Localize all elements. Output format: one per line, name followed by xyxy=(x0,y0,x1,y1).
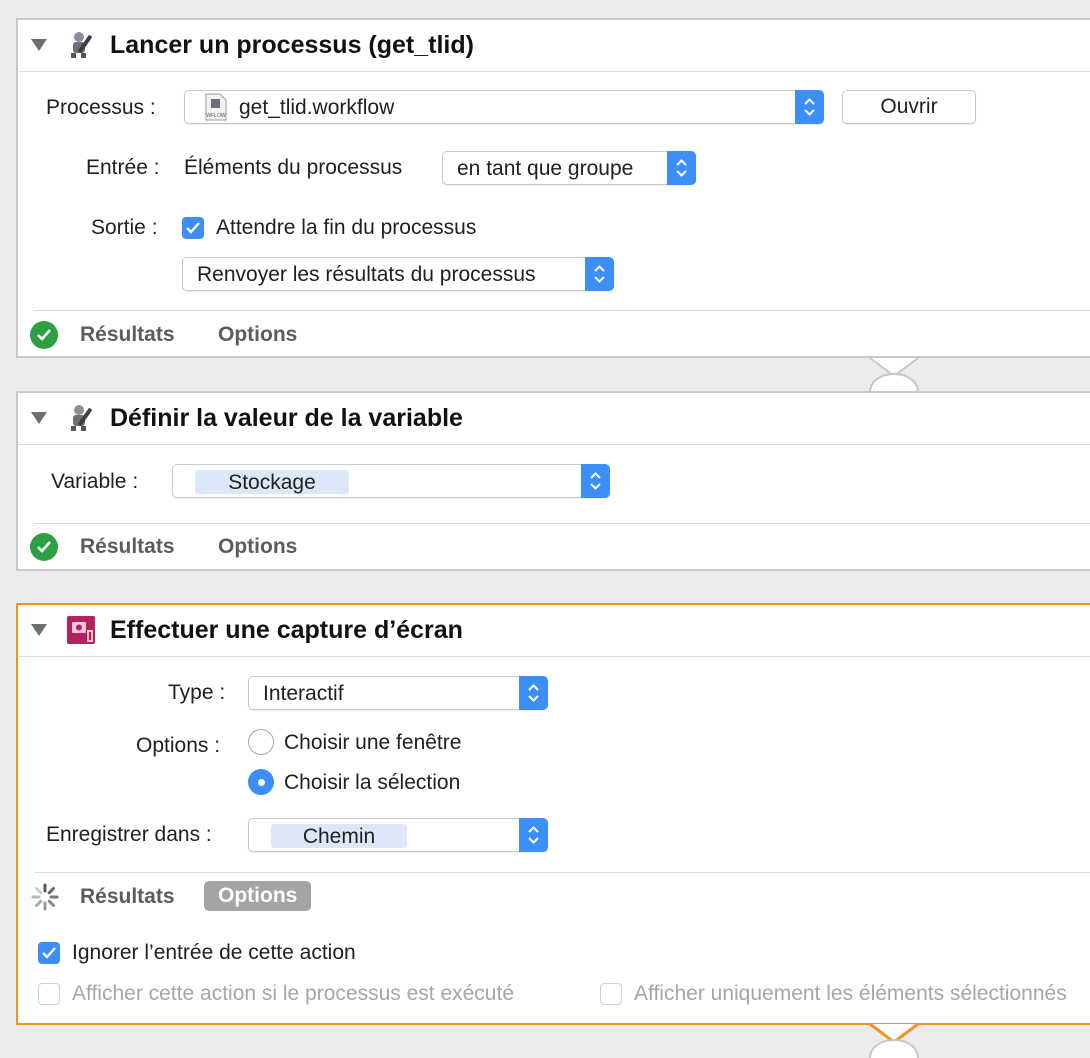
ignore-input-label: Ignorer l’entrée de cette action xyxy=(72,941,356,964)
progress-spinner-icon xyxy=(31,883,59,911)
type-label: Type : xyxy=(168,681,226,704)
footer-divider xyxy=(34,310,1090,311)
action-title: Effectuer une capture d’écran xyxy=(110,616,463,644)
popup-stepper-icon xyxy=(795,90,824,124)
popup-stepper-icon xyxy=(585,257,614,291)
save-in-label: Enregistrer dans : xyxy=(46,823,212,846)
tab-results[interactable]: Résultats xyxy=(80,535,175,559)
popup-stepper-icon xyxy=(667,151,696,185)
show-selected-only-checkbox[interactable] xyxy=(600,983,622,1005)
success-check-icon xyxy=(30,321,58,349)
action-title: Définir la valeur de la variable xyxy=(110,404,463,432)
type-value: Interactif xyxy=(263,682,344,705)
action-connector-icon xyxy=(869,1022,919,1058)
automator-robot-icon xyxy=(71,405,92,431)
tab-results[interactable]: Résultats xyxy=(80,323,175,347)
path-token: Chemin xyxy=(271,824,407,848)
action-header: Effectuer une capture d’écran xyxy=(18,605,1090,657)
variable-popup[interactable]: Stockage xyxy=(172,464,610,498)
radio-choose-window-label: Choisir une fenêtre xyxy=(284,731,462,754)
return-results-value: Renvoyer les résultats du processus xyxy=(197,263,536,286)
checkmark-icon xyxy=(42,947,56,959)
open-button[interactable]: Ouvrir xyxy=(842,90,976,124)
ignore-input-checkbox[interactable] xyxy=(38,942,60,964)
disclosure-triangle-icon[interactable] xyxy=(31,412,47,424)
checkmark-icon xyxy=(186,222,200,234)
save-in-popup[interactable]: Chemin xyxy=(248,818,548,852)
tab-results[interactable]: Résultats xyxy=(80,885,175,909)
popup-stepper-icon xyxy=(581,464,610,498)
process-popup[interactable]: WFLOW get_tlid.workflow xyxy=(184,90,824,124)
action-connector-icon xyxy=(868,357,920,393)
footer-divider xyxy=(34,523,1090,524)
type-popup[interactable]: Interactif xyxy=(248,676,548,710)
disclosure-triangle-icon[interactable] xyxy=(31,39,47,51)
action-card-take-screenshot[interactable]: Effectuer une capture d’écran Type : Int… xyxy=(16,603,1090,1025)
popup-stepper-icon xyxy=(519,676,548,710)
wait-checkbox-label: Attendre la fin du processus xyxy=(216,216,477,239)
svg-text:WFLOW: WFLOW xyxy=(206,113,225,119)
tab-options[interactable]: Options xyxy=(218,535,297,559)
action-header: Définir la valeur de la variable xyxy=(18,393,1090,445)
action-card-set-variable[interactable]: Définir la valeur de la variable Variabl… xyxy=(16,391,1090,571)
input-label: Entrée : xyxy=(86,156,160,179)
action-card-run-workflow[interactable]: Lancer un processus (get_tlid) Processus… xyxy=(16,18,1090,358)
variable-token: Stockage xyxy=(195,470,349,494)
options-label: Options : xyxy=(136,734,221,757)
popup-stepper-icon xyxy=(519,818,548,852)
variable-label: Variable : xyxy=(51,470,139,493)
tab-options[interactable]: Options xyxy=(204,881,312,911)
wait-checkbox[interactable] xyxy=(182,217,204,239)
action-title: Lancer un processus (get_tlid) xyxy=(110,31,474,59)
input-text: Éléments du processus xyxy=(184,156,403,179)
screenshot-icon xyxy=(67,616,95,644)
radio-choose-selection-label: Choisir la sélection xyxy=(284,771,461,794)
workflow-file-icon: WFLOW xyxy=(205,93,227,121)
process-value: get_tlid.workflow xyxy=(239,96,395,119)
tab-options[interactable]: Options xyxy=(218,323,297,347)
output-label: Sortie : xyxy=(91,216,158,239)
action-header: Lancer un processus (get_tlid) xyxy=(18,20,1090,72)
show-selected-only-label: Afficher uniquement les éléments sélecti… xyxy=(634,982,1067,1005)
radio-choose-selection[interactable] xyxy=(248,769,274,795)
return-results-popup[interactable]: Renvoyer les résultats du processus xyxy=(182,257,614,291)
process-label: Processus : xyxy=(46,96,156,119)
footer-divider xyxy=(34,872,1090,873)
automator-robot-icon xyxy=(71,32,92,58)
disclosure-triangle-icon[interactable] xyxy=(31,624,47,636)
show-when-run-checkbox[interactable] xyxy=(38,983,60,1005)
input-mode-popup[interactable]: en tant que groupe xyxy=(442,151,696,185)
show-when-run-label: Afficher cette action si le processus es… xyxy=(72,982,515,1005)
radio-choose-window[interactable] xyxy=(248,729,274,755)
input-mode-value: en tant que groupe xyxy=(457,157,634,180)
success-check-icon xyxy=(30,533,58,561)
